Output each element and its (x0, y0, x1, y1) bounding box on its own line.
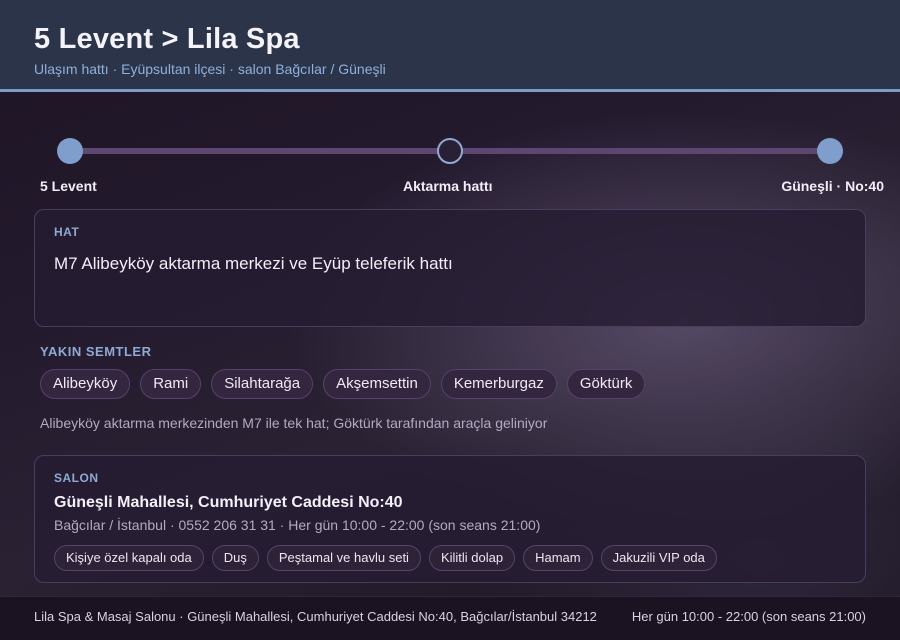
nearby-chip[interactable]: Rami (140, 369, 202, 399)
salon-feature-list: Kişiye özel kapalı oda Duş Peştamal ve h… (54, 545, 717, 571)
feature-chip[interactable]: Kişiye özel kapalı oda (54, 545, 204, 571)
line-card-text: M7 Alibeyköy aktarma merkezi ve Eyüp tel… (54, 254, 453, 273)
page-title: 5 Levent > Lila Spa (34, 23, 300, 55)
feature-chip[interactable]: Jakuzili VIP oda (600, 545, 717, 571)
nearby-section-label: YAKIN SEMTLER (40, 344, 152, 359)
nearby-chip[interactable]: Göktürk (566, 369, 646, 399)
salon-address: Güneşli Mahallesi, Cumhuriyet Caddesi No… (54, 494, 403, 511)
feature-chip[interactable]: Duş (211, 545, 259, 571)
page-subtitle: Ulaşım hattı · Eyüpsultan ilçesi · salon… (34, 61, 386, 77)
line-card: HAT M7 Alibeyköy aktarma merkezi ve Eyüp… (34, 209, 866, 327)
stop-transfer-dot[interactable] (437, 138, 463, 164)
footer-address: Lila Spa & Masaj Salonu · Güneşli Mahall… (34, 609, 597, 624)
salon-card-label: SALON (54, 471, 99, 485)
nearby-chip[interactable]: Silahtarağa (211, 369, 314, 399)
line-card-label: HAT (54, 225, 80, 239)
stop-transfer-label: Aktarma hattı (403, 178, 493, 194)
nearby-note: Alibeyköy aktarma merkezinden M7 ile tek… (40, 415, 548, 431)
footer-hours: Her gün 10:00 - 22:00 (son seans 21:00) (631, 609, 866, 624)
page-header: 5 Levent > Lila Spa Ulaşım hattı · Eyüps… (0, 0, 900, 92)
feature-chip[interactable]: Hamam (523, 545, 593, 571)
feature-chip[interactable]: Peştamal ve havlu seti (266, 545, 421, 571)
nearby-chip[interactable]: Kemerburgaz (440, 369, 557, 399)
stop-start-dot[interactable] (57, 138, 83, 164)
nearby-chip[interactable]: Akşemsettin (323, 369, 431, 399)
nearby-chip-list: Alibeyköy Rami Silahtarağa Akşemsettin K… (40, 369, 646, 399)
salon-card: SALON Güneşli Mahallesi, Cumhuriyet Cadd… (34, 455, 866, 583)
route-progress: 5 Levent Aktarma hattı Güneşli · No:40 (0, 120, 900, 200)
feature-chip[interactable]: Kilitli dolap (428, 545, 516, 571)
stop-end-label: Güneşli · No:40 (781, 178, 884, 194)
stop-start-label: 5 Levent (40, 178, 97, 194)
nearby-chip[interactable]: Alibeyköy (40, 369, 131, 399)
stop-end-dot[interactable] (817, 138, 843, 164)
page-footer: Lila Spa & Masaj Salonu · Güneşli Mahall… (0, 596, 900, 640)
salon-details: Bağcılar / İstanbul · 0552 206 31 31 · H… (54, 517, 541, 533)
